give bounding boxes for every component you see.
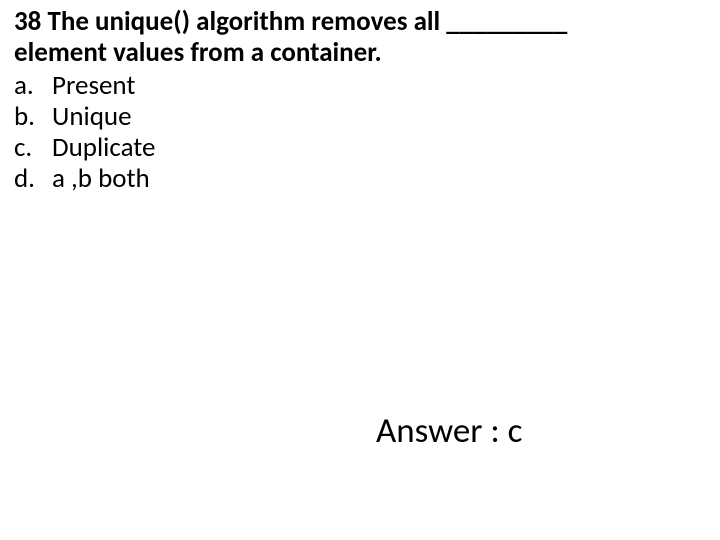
- option-d: d. a ,b both: [14, 163, 706, 194]
- slide: 38 The unique() algorithm removes all __…: [0, 0, 720, 540]
- option-b-text: Unique: [52, 101, 132, 132]
- option-a-text: Present: [52, 70, 135, 101]
- option-a-letter: a.: [14, 70, 52, 101]
- option-c-text: Duplicate: [52, 132, 155, 163]
- option-d-letter: d.: [14, 163, 52, 194]
- question-line-1: 38 The unique() algorithm removes all __…: [14, 6, 706, 37]
- option-d-text: a ,b both: [52, 163, 150, 194]
- answer-text: Answer : c: [376, 410, 522, 452]
- question-block: 38 The unique() algorithm removes all __…: [14, 6, 706, 194]
- option-a: a. Present: [14, 70, 706, 101]
- option-c: c. Duplicate: [14, 132, 706, 163]
- option-b: b. Unique: [14, 101, 706, 132]
- options-list: a. Present b. Unique c. Duplicate d. a ,…: [14, 70, 706, 194]
- option-c-letter: c.: [14, 132, 52, 163]
- option-b-letter: b.: [14, 101, 52, 132]
- question-line-2: element values from a container.: [14, 37, 706, 68]
